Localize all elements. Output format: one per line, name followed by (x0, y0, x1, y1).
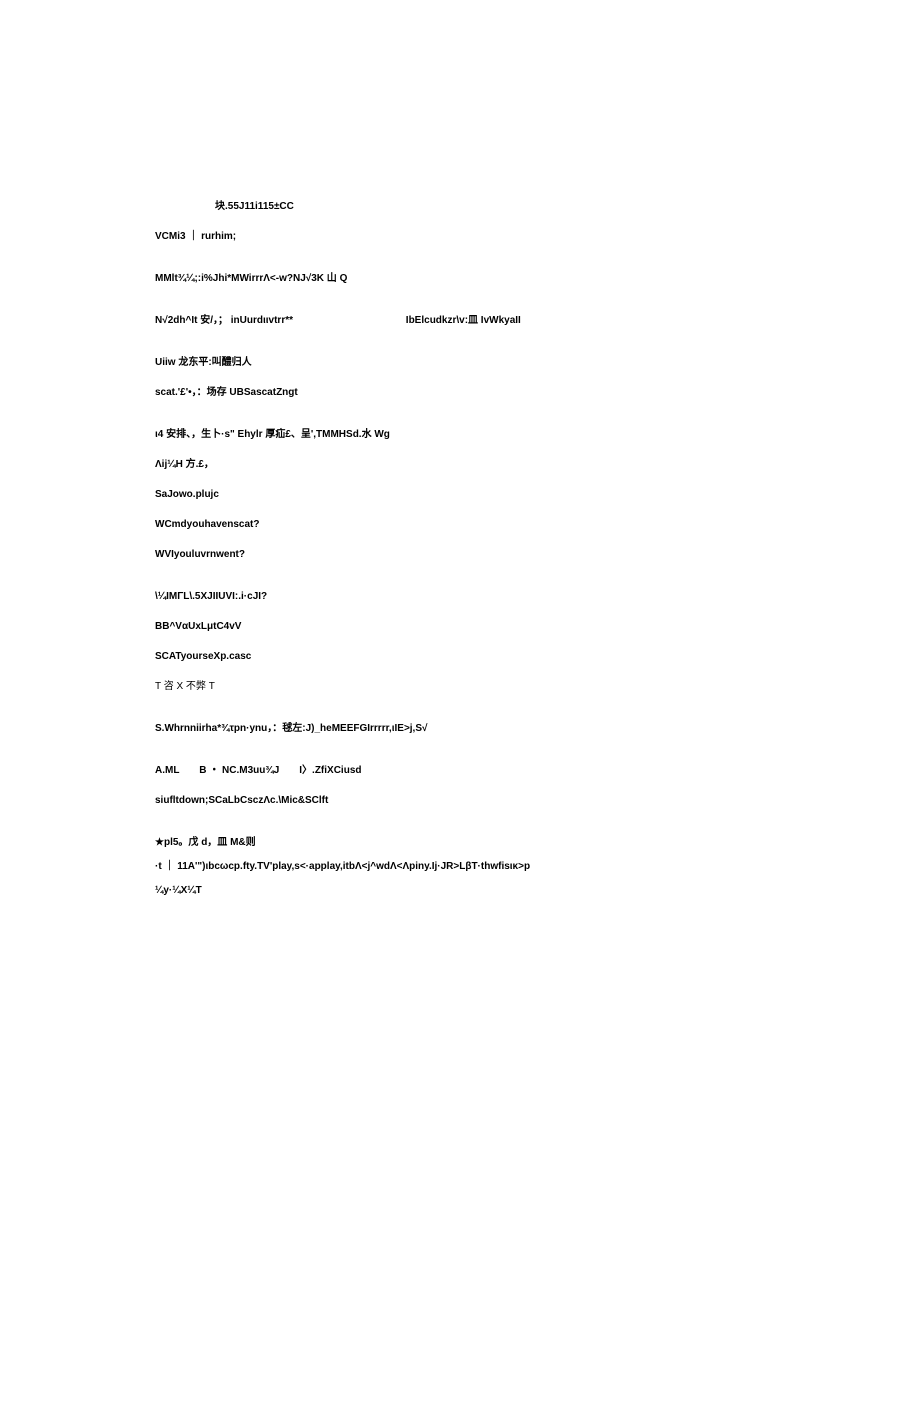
text-segment: A.ML B ・ NC.M3uu¾J I〉.ZfiXCiusd (155, 765, 362, 776)
text-line: A.ML B ・ NC.M3uu¾J I〉.ZfiXCiusd (155, 764, 765, 778)
text-segment: VCMi3 (155, 231, 186, 242)
text-segment: N√2dh^It 安/，； inUurdιιvtrr** (155, 314, 293, 328)
text-line: MMlt¾¼;:i%Jhi*MWirrrΛ<-w?NJ√3K 山 Q (155, 272, 765, 286)
vertical-bar-separator: ｜ (164, 861, 174, 872)
text-line: T 咨 X 不弊 T (155, 680, 765, 694)
text-line: ι4 安排、，生卜·s" Ehylr 厚疝£、呈',TMMHSd.水 Wg (155, 428, 765, 442)
text-line: Λij¼H 方.£， (155, 458, 765, 472)
text-segment: ·t (155, 861, 162, 872)
text-line: N√2dh^It 安/，； inUurdιιvtrr** IbElcudkzr\… (155, 314, 765, 328)
text-line: WCmdyouhavenscat? (155, 518, 765, 532)
text-line: scat.'£'•，：场存 UBSascatZngt (155, 386, 765, 400)
text-line: VCMi3 ｜ rurhim; (155, 230, 765, 244)
text-line: SCATyourseXp.casc (155, 650, 765, 664)
text-line: ¼y·¼X¼T (155, 884, 765, 898)
text-line: siufltdown;SCaLbCsczΛc.\Mic&SClft (155, 794, 765, 808)
text-line: SaJowo.plujc (155, 488, 765, 502)
text-segment: siufltdown;SCaLbCsczΛc.\Mic&SClft (155, 795, 328, 806)
text-line: WVIyouluvrnwent? (155, 548, 765, 562)
text-line: ★pl5。戊 d，皿 M&则 (155, 836, 765, 850)
text-segment: \¼IMΓL\.5XJIIUVI:.i·cJI? (155, 591, 267, 602)
vertical-bar-separator: ｜ (188, 231, 198, 242)
text-segment: IbElcudkzr\v:皿 IvWkyaII (406, 315, 521, 326)
text-line: \¼IMΓL\.5XJIIUVI:.i·cJI? (155, 590, 765, 604)
text-line: S.Whrnniirha*¾τpn·ynu，：毬左:J)_heMEEFGIrrr… (155, 722, 765, 736)
text-segment: 11A'")ιbcωcp.fty.TV'play,s<·applay,itbΛ<… (177, 861, 530, 872)
text-line: ·t ｜ 11A'")ιbcωcp.fty.TV'play,s<·applay,… (155, 860, 765, 874)
text-segment: SCATyourseXp.casc (155, 651, 251, 662)
heading-line: 块.55J11i115±CC (155, 200, 765, 214)
text-segment: rurhim; (201, 231, 236, 242)
text-line: Uiiw 龙东平:叫醴归人 (155, 356, 765, 370)
text-line: BB^VαUxLμtC4vV (155, 620, 765, 634)
